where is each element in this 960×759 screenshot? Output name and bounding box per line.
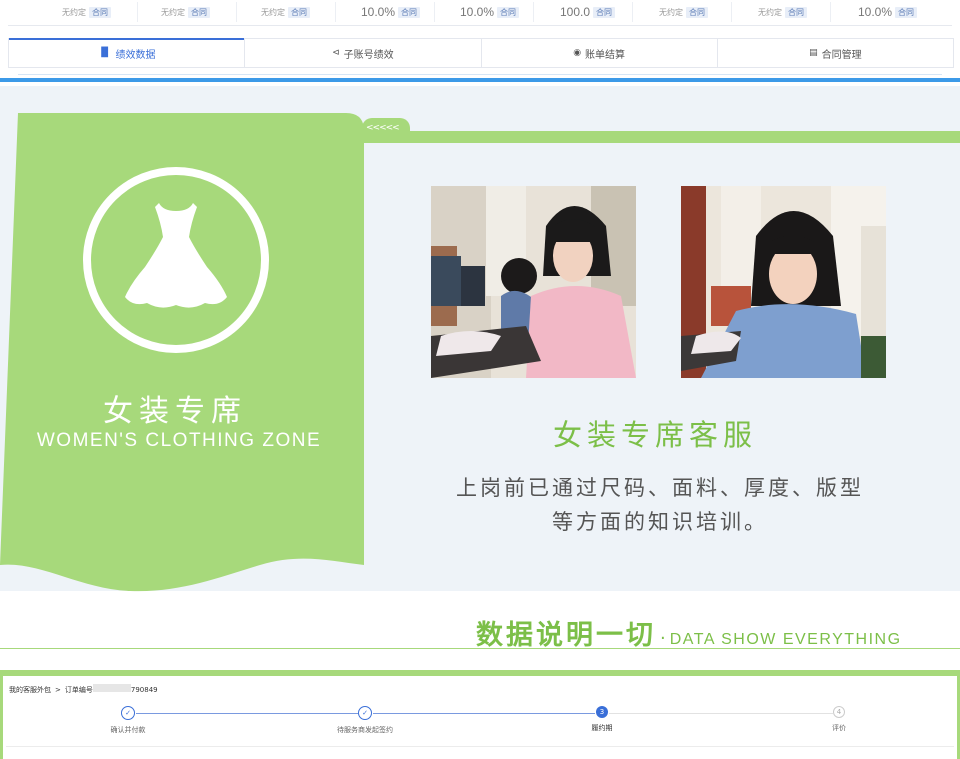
check-icon: ✓ (358, 706, 372, 720)
contract-tag[interactable]: 合同 (288, 6, 310, 18)
tab-bar: ▐▌ 绩效数据 ⊲ 子账号绩效 ◉ 账单结算 ▤ 合同管理 (8, 38, 954, 68)
step-number: 3 (596, 706, 608, 718)
step-label: 履约期 (591, 724, 613, 732)
tab-bill-settlement[interactable]: ◉ 账单结算 (482, 39, 718, 67)
contract-tag[interactable]: 合同 (497, 6, 520, 18)
accent-bar (364, 131, 960, 143)
stat-value: 无约定 (161, 7, 185, 17)
stat-value: 10.0% (361, 5, 396, 19)
staff-photo (681, 186, 886, 378)
stat-item: 10.0% 合同 (460, 0, 520, 24)
stat-item: 10.0% 合同 (361, 0, 421, 24)
step-number: 4 (833, 706, 845, 718)
tab-subaccount-performance[interactable]: ⊲ 子账号绩效 (245, 39, 482, 67)
stats-strip: 无约定 合同 无约定 合同 无约定 合同 10.0% 合同 10.0% 合同 100.0 合同 无约定合… (0, 0, 960, 27)
contract-tag[interactable]: 合同 (895, 6, 918, 18)
stat-value: 100.0 (560, 5, 591, 19)
divider (6, 746, 954, 747)
divider (18, 74, 942, 75)
divider (434, 2, 435, 22)
divider (0, 648, 960, 649)
bar-chart-icon: ▐▌ (97, 48, 112, 58)
breadcrumb-separator: > (55, 685, 61, 694)
document-icon: ▤ (809, 48, 818, 58)
stat-item: 100.0 合同 (560, 0, 616, 24)
stat-item: 无约定 合同 (261, 0, 310, 24)
zone-title: 女装专席 (103, 394, 247, 429)
stat-item: 无约定 合同 (659, 0, 708, 24)
divider (533, 2, 534, 22)
cs-title: 女装专席客服 (552, 418, 757, 452)
tab-label: 合同管理 (821, 49, 862, 61)
contract-tag[interactable]: 合同 (89, 6, 111, 18)
tab-label: 账单结算 (585, 49, 626, 61)
order-step: ✓ 待服务商发起签约 (305, 706, 425, 735)
divider (236, 2, 237, 22)
cs-description: 等方面的知识培训。 (552, 510, 768, 534)
check-icon: ✓ (121, 706, 135, 720)
share-icon: ⊲ (332, 48, 340, 58)
divider (830, 2, 831, 22)
step-label: 评价 (832, 724, 846, 732)
stat-value: 10.0% (858, 5, 893, 19)
heading-dot: · (660, 628, 666, 649)
car-icon: ◉ (573, 48, 582, 58)
heading-cn: 数据说明一切 (476, 620, 656, 651)
stat-value: 无约定 (261, 7, 285, 17)
contract-tag[interactable]: 合同 (398, 6, 421, 18)
dress-icon (125, 203, 227, 308)
stat-item: 无约定 合同 (161, 0, 210, 24)
section-heading: 数据说明一切 · DATA SHOW EVERYTHING (476, 613, 902, 652)
contract-tag[interactable]: 合同 (188, 6, 210, 18)
order-step: 4 评价 (779, 706, 899, 733)
stat-item: 无约定 合同 (758, 0, 807, 24)
section-bar (0, 78, 960, 82)
order-step: 3 履约期 (542, 706, 662, 733)
order-step: ✓ 确认并付款 (68, 706, 188, 735)
stat-value: 无约定 (62, 7, 86, 17)
stat-value: 10.0% (460, 5, 495, 19)
heading-en: DATA SHOW EVERYTHING (669, 631, 902, 648)
tab-label: 绩效数据 (115, 49, 156, 61)
divider (8, 25, 952, 26)
step-label: 待服务商发起签约 (337, 726, 393, 734)
order-number-label: 订单编号 790849 (64, 684, 158, 694)
stat-item: 无约定 合同 (62, 0, 111, 24)
breadcrumb: 我的客服外包 > 订单编号 790849 (9, 684, 158, 695)
tab-contract-management[interactable]: ▤ 合同管理 (718, 39, 953, 67)
contract-tag[interactable]: 合同 (686, 6, 708, 18)
cs-description: 上岗前已通过尺码、面料、厚度、版型 (456, 476, 864, 500)
step-label: 确认并付款 (110, 726, 146, 734)
divider (731, 2, 732, 22)
tab-performance-data[interactable]: ▐▌ 绩效数据 (9, 38, 246, 67)
dress-badge (83, 167, 269, 353)
zone-subtitle: WOMEN'S CLOTHING ZONE (36, 430, 322, 451)
contract-tag[interactable]: 合同 (593, 6, 616, 18)
divider (335, 2, 336, 22)
contract-tag[interactable]: 合同 (785, 6, 807, 18)
breadcrumb-root[interactable]: 我的客服外包 (9, 685, 51, 695)
divider (137, 2, 138, 22)
stat-value: 无约定 (758, 7, 782, 17)
staff-photo (431, 186, 636, 378)
masked-number (92, 684, 131, 692)
stat-item: 10.0% 合同 (858, 0, 918, 24)
divider (632, 2, 633, 22)
stat-value: 无约定 (659, 7, 683, 17)
arrow-tab: <<<<< (362, 118, 410, 138)
tab-label: 子账号绩效 (343, 49, 394, 61)
